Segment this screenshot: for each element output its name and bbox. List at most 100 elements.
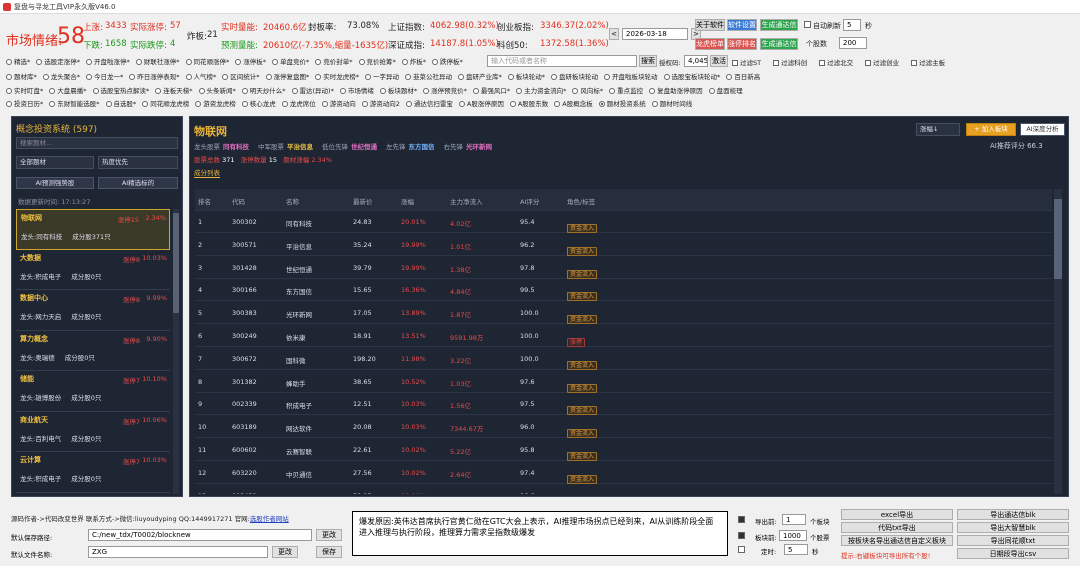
radio-icon[interactable]: [516, 88, 523, 94]
filter-option[interactable]: 主力资金流向*: [516, 85, 566, 95]
radio-icon[interactable]: [265, 74, 272, 80]
radio-icon[interactable]: [365, 74, 371, 80]
radio-icon[interactable]: [315, 74, 322, 80]
change-name-button[interactable]: 更改: [272, 546, 298, 558]
prev-date-button[interactable]: <: [609, 28, 619, 40]
radio-icon[interactable]: [241, 88, 248, 94]
filter-option[interactable]: 跌停板*: [432, 56, 463, 66]
file-name-input[interactable]: ZXG: [88, 546, 268, 558]
sort-select[interactable]: 热度优先: [98, 156, 178, 169]
filter-option[interactable]: 涨停预竞价*: [423, 85, 467, 95]
concept-card[interactable]: 数据中心 涨停8 9.99% 龙头:网力天启 成分股0只: [16, 290, 170, 331]
filter-option[interactable]: 明天炒什么*: [241, 85, 286, 95]
radio-icon[interactable]: [49, 101, 56, 107]
column-header[interactable]: 主力净流入: [450, 196, 483, 206]
radio-icon[interactable]: [458, 74, 464, 80]
filter-option[interactable]: 大盘晨播*: [49, 85, 87, 95]
table-row[interactable]: 5300383光环新网17.0513.89%1.87亿100.0右先锋涨停资金流…: [195, 302, 1052, 325]
tab-constituents[interactable]: 成分列表: [194, 167, 220, 178]
filter-option[interactable]: 昨日涨停表现*: [129, 71, 180, 81]
radio-icon[interactable]: [649, 88, 656, 94]
radio-icon[interactable]: [432, 59, 438, 65]
site-link[interactable]: 选股作者网站: [250, 515, 289, 523]
filter-option[interactable]: 百日新高: [726, 71, 760, 81]
ai-analysis-button[interactable]: AI深度分析: [1020, 123, 1065, 136]
filter-option[interactable]: 重点监控: [609, 85, 643, 95]
radio-icon[interactable]: [222, 74, 229, 80]
filter-option[interactable]: A股股东数: [509, 98, 548, 108]
radio-icon[interactable]: [142, 101, 149, 107]
radio-icon[interactable]: [551, 74, 557, 80]
filter-option[interactable]: 选股定涨停*: [36, 56, 80, 66]
concept-card[interactable]: 储能 涨停7 10.10% 龙头:雄博股份 成分股0只: [16, 371, 170, 412]
radio-icon[interactable]: [92, 88, 99, 94]
radio-icon[interactable]: [281, 101, 288, 107]
concept-card[interactable]: 物联网 涨停15 2.34% 龙头:同有科技 成分股371只: [16, 209, 170, 250]
radio-icon[interactable]: [272, 59, 278, 65]
table-row[interactable]: 6 300249 依米康 18.91 13.51% 9591.98万 100.0 涨停: [195, 325, 1052, 347]
radio-icon[interactable]: [135, 59, 142, 65]
filter-option[interactable]: 盘研产业库*: [458, 71, 502, 81]
filter-option[interactable]: 同花顺涨停*: [185, 56, 229, 66]
filter-option[interactable]: 游资动向2: [361, 98, 400, 108]
filter-option[interactable]: 板块题材*: [379, 85, 417, 95]
exclude-option[interactable]: 过滤科创: [773, 57, 813, 67]
radio-icon[interactable]: [401, 59, 408, 65]
timer-input[interactable]: 5: [784, 544, 808, 555]
radio-icon[interactable]: [6, 74, 12, 80]
filter-option[interactable]: 实时龙虎榜*: [315, 71, 359, 81]
filter-option[interactable]: 复盘助涨停原因: [649, 85, 703, 95]
filter-option[interactable]: 自选股*: [105, 98, 136, 108]
filter-option[interactable]: 韭菜公社异动: [405, 71, 452, 81]
change-path-button[interactable]: 更改: [316, 529, 342, 541]
concept-card[interactable]: 算力概念 涨停8 9.90% 龙头:奥瑞德 成分股0只: [16, 331, 170, 371]
filter-option[interactable]: 涨停复盘图*: [265, 71, 309, 81]
table-row[interactable]: 11600602云赛智联22.6110.02%5.22亿95.8涨停资金流入: [195, 439, 1052, 461]
filter-option[interactable]: 竞价抢筹*: [358, 56, 396, 66]
filter-option[interactable]: 涨停板*: [235, 56, 266, 66]
filter-option[interactable]: 开盘啦涨停*: [86, 56, 130, 66]
radio-icon[interactable]: [651, 101, 658, 107]
filter-option[interactable]: 板块轮动*: [507, 71, 545, 81]
exclude-option[interactable]: 过滤ST: [732, 57, 767, 67]
topic-filter-select[interactable]: 全部题材: [16, 156, 94, 169]
radio-icon[interactable]: [155, 88, 162, 94]
about-button[interactable]: 关于软件: [695, 19, 725, 31]
column-header[interactable]: 名称: [286, 196, 299, 206]
filter-option[interactable]: 游资动向: [321, 98, 356, 108]
table-row[interactable]: 1300302同有科技24.8320.01%4.02亿95.4龙头涨停资金流入: [195, 211, 1052, 233]
filter-option[interactable]: 雷达(异动)*: [291, 85, 334, 95]
table-row[interactable]: 12603220中贝通信27.5610.02%2.64亿97.4涨停资金流入: [195, 462, 1052, 484]
column-header[interactable]: 排名: [198, 196, 211, 206]
settings-button[interactable]: 软件设置: [727, 19, 757, 31]
concept-scrollbar[interactable]: [173, 209, 179, 494]
lhb-button[interactable]: 龙虎榜单: [695, 38, 725, 50]
gen-tdx2-button[interactable]: 生成通达信: [760, 38, 798, 50]
rank-button[interactable]: 涨停排名: [727, 38, 757, 50]
filter-option[interactable]: 盘面梳理: [708, 85, 743, 95]
column-header[interactable]: 涨幅: [401, 196, 414, 206]
auto-refresh-checkbox[interactable]: [804, 21, 811, 28]
radio-icon[interactable]: [86, 74, 92, 80]
radio-icon[interactable]: [472, 88, 479, 94]
filter-option[interactable]: 选股宝板块轮动*: [663, 71, 720, 81]
filter-option[interactable]: 投资日历*: [6, 98, 43, 108]
date-range-csv-button[interactable]: 日期段导出csv: [957, 548, 1069, 559]
concept-card[interactable]: 大数据 涨停8 10.03% 龙头:积成电子 成分股0只: [16, 250, 170, 290]
activate-button[interactable]: 激活: [710, 55, 728, 67]
checkbox-icon[interactable]: [865, 60, 872, 66]
filter-option[interactable]: 游资龙虎榜: [195, 98, 236, 108]
export-ths-txt-button[interactable]: 导出同花顺txt: [957, 535, 1069, 546]
filter-option[interactable]: 今日龙一*: [86, 71, 123, 81]
filter-option[interactable]: 通达信扫雷宝: [405, 98, 453, 108]
export-tdx-blk-button[interactable]: 导出通达信blk: [957, 509, 1069, 520]
filter-option[interactable]: 最强风口*: [472, 85, 510, 95]
filter-option[interactable]: 核心龙虎: [241, 98, 276, 108]
radio-icon[interactable]: [339, 88, 346, 94]
radio-icon[interactable]: [195, 101, 202, 107]
radio-icon[interactable]: [458, 101, 465, 107]
radio-icon[interactable]: [6, 59, 12, 65]
refresh-interval-select[interactable]: 5: [843, 19, 861, 31]
save-button[interactable]: 保存: [316, 546, 342, 558]
filter-option[interactable]: 区间统计*: [222, 71, 260, 81]
